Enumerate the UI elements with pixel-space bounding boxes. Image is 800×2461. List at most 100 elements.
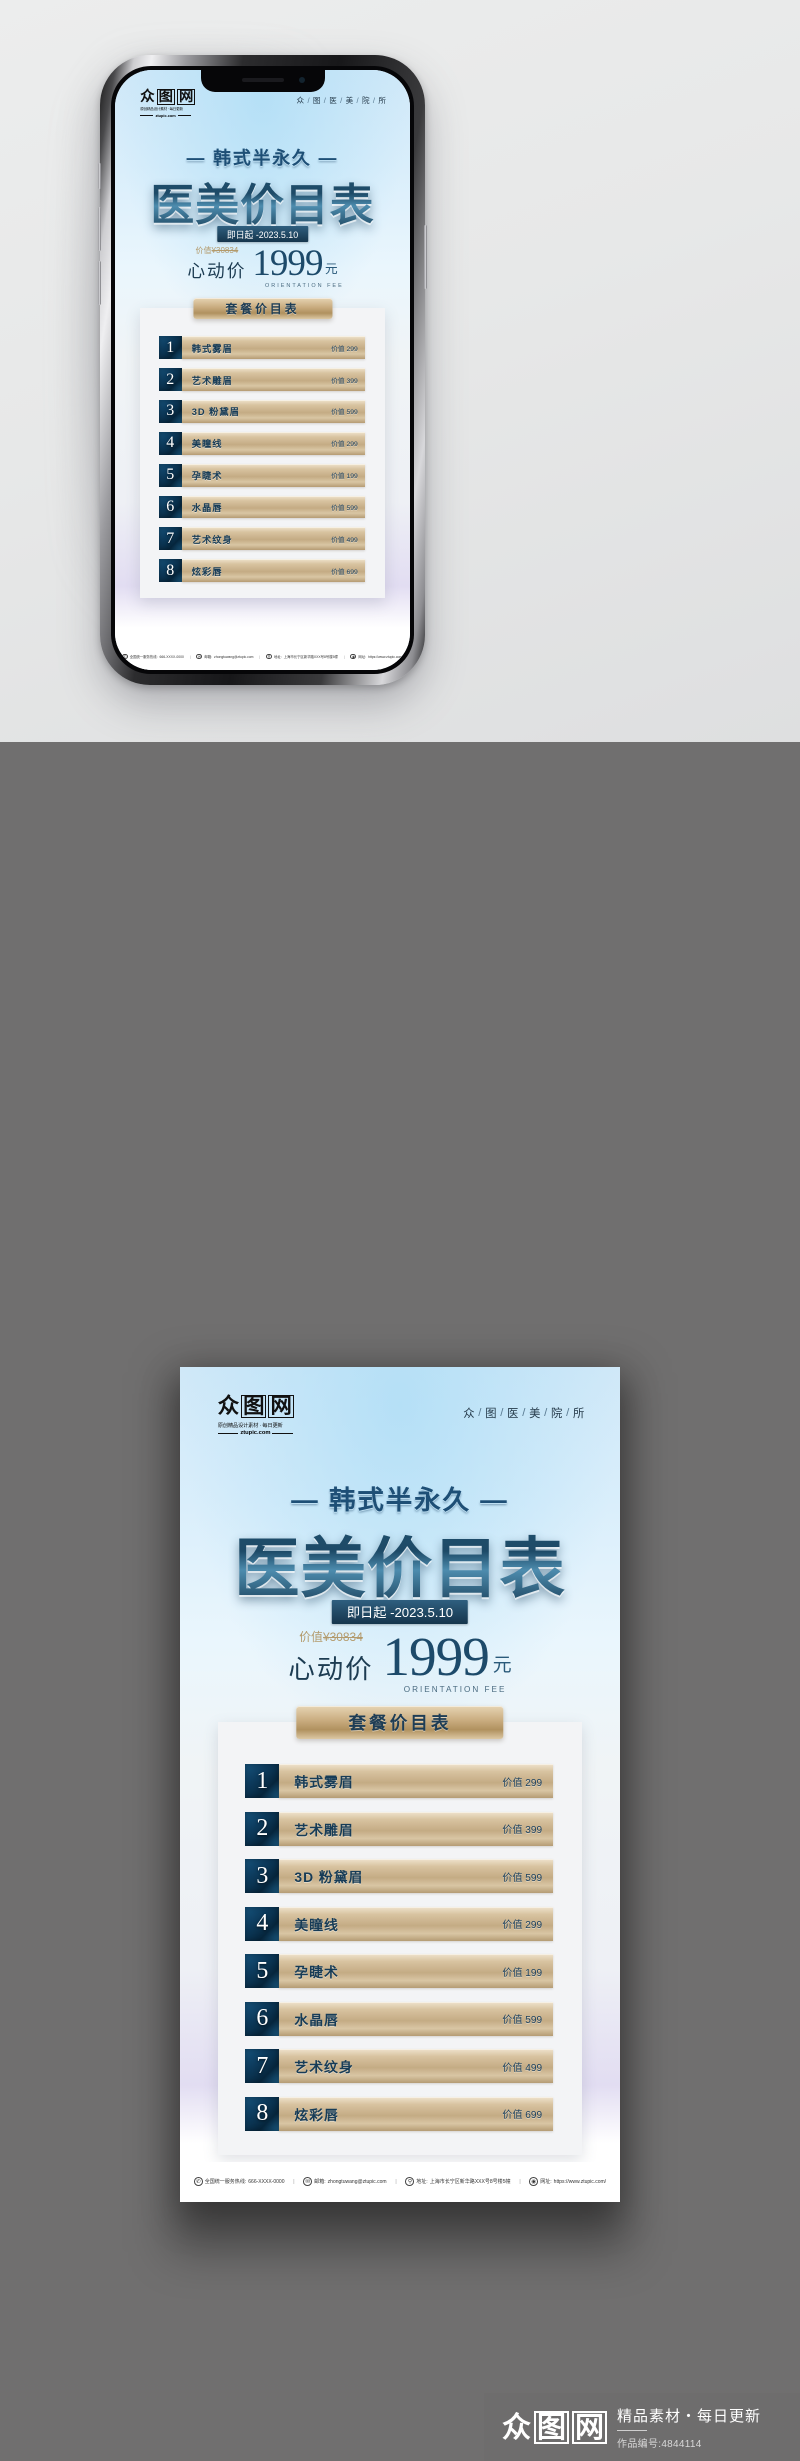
footer-site[interactable]: ◉ 网址: https://www.ztupic.com/ [529,2177,606,2187]
brand-watermark-bar: 众 图 网 精品素材・每日更新 作品编号:4844114 [484,2393,800,2461]
row-number: 4 [158,431,182,455]
row-price-label: 价值 [331,345,345,353]
mute-switch[interactable] [98,163,101,189]
nav-item-3[interactable]: 美 [346,95,354,106]
mail-icon: ✉ [196,653,203,660]
price-english-label: ORIENTATION FEE [265,283,344,290]
poster-large-frame: 众 图 网 原创精品设计素材 · 每日更新 ztupic.com 众 / 图 / 医 / 美… [180,1367,620,2202]
price-amount-group: 1999 元 [252,243,337,285]
row-price-label: 价值 [502,1777,523,1789]
table-row[interactable]: 4 美瞳线 价值 299 [245,1906,554,1941]
globe-icon: ◉ [350,653,357,660]
row-price-value: 499 [525,2062,543,2074]
nav-item-1[interactable]: 图 [313,95,321,106]
poster-large: 众 图 网 原创精品设计素材 · 每日更新 ztupic.com 众 / 图 / 医 / 美… [180,1367,620,2202]
poster-footer: ✆ 全国统一服务热线: 666-XXXX-0000 | ✉ 邮箱: zhongt… [180,2161,620,2202]
row-item-name: 孕睫术 [294,1964,339,1981]
price-english-label: ORIENTATION FEE [403,1685,507,1695]
footer-email[interactable]: ✉ 邮箱: zhongtuwang@ztupic.com [303,2177,387,2187]
table-row[interactable]: 1 韩式雾眉 价值 299 [158,336,366,360]
row-item-name: 水晶唇 [191,503,223,513]
nav-separator: / [522,1406,526,1419]
package-card-title: 套餐价目表 [296,1706,504,1740]
heart-price-label: 心动价 [187,261,247,282]
table-row[interactable]: 1 韩式雾眉 价值 299 [245,1764,554,1799]
table-row[interactable]: 3 3D 粉黛眉 价值 599 [245,1859,554,1894]
row-number: 2 [158,368,182,391]
footer-phone[interactable]: ✆ 全国统一服务热线: 666-XXXX-0000 [121,653,184,660]
nav-item-2[interactable]: 医 [329,95,337,106]
table-row[interactable]: 2 艺术雕眉 价值 399 [158,368,366,391]
nav-item-4[interactable]: 院 [551,1405,563,1421]
footer-phone[interactable]: ✆ 全国统一服务热线: 666-XXXX-0000 [193,2177,285,2187]
row-bar: 水晶唇 价值 599 [279,2001,554,2036]
row-item-name: 韩式雾眉 [191,343,233,354]
footer-phone-label: 全国统一服务热线: [204,2179,247,2186]
nav-item-3[interactable]: 美 [529,1405,541,1421]
footer-separator-2: | [395,2178,397,2185]
table-row[interactable]: 8 炫彩唇 价值 699 [158,559,366,583]
table-row[interactable]: 4 美瞳线 价值 299 [158,431,366,455]
power-button[interactable] [424,225,427,289]
nav-item-4[interactable]: 院 [362,95,370,106]
row-bar: 3D 粉黛眉 价值 599 [181,400,366,423]
nav-separator: / [340,96,343,106]
row-price-label: 价值 [331,377,345,385]
original-price-value: ¥30834 [211,246,239,256]
row-number: 6 [158,495,182,519]
watermark-domain: ztupic.com [155,112,176,118]
poster-footer: ✆ 全国统一服务热线: 666-XXXX-0000 | ✉ 邮箱: zhongt… [115,643,410,670]
nav-separator: / [544,1406,548,1419]
nav-item-5[interactable]: 所 [573,1405,585,1421]
volume-up-button[interactable] [98,207,101,251]
table-row[interactable]: 6 水晶唇 价值 599 [245,2001,554,2036]
table-row[interactable]: 6 水晶唇 价值 599 [158,495,366,519]
table-row[interactable]: 8 炫彩唇 价值 699 [245,2096,554,2131]
row-price-label: 价值 [331,536,345,544]
sub-title: — 韩式半永久 — [180,1478,620,1517]
footer-site-value: https://www.ztupic.com/ [368,654,404,659]
row-bar: 艺术纹身 价值 499 [181,527,366,551]
table-row[interactable]: 7 艺术纹身 价值 499 [245,2049,554,2084]
row-number: 3 [245,1859,280,1894]
row-bar: 3D 粉黛眉 价值 599 [279,1859,554,1894]
watermark-rule-right [177,114,191,116]
footer-email-value: zhongtuwang@ztupic.com [327,2178,387,2185]
nav-item-5[interactable]: 所 [378,95,386,106]
row-item-price: 价值 499 [331,534,358,544]
table-row[interactable]: 7 艺术纹身 价值 499 [158,527,366,551]
row-number: 7 [158,527,182,551]
nav-item-2[interactable]: 医 [507,1405,519,1421]
footer-email[interactable]: ✉ 邮箱: zhongtuwang@ztupic.com [196,653,254,660]
row-number: 8 [158,559,182,583]
table-row[interactable]: 2 艺术雕眉 价值 399 [245,1811,554,1846]
price-amount: 1999 [252,243,323,285]
row-number: 8 [245,2096,280,2131]
table-row[interactable]: 5 孕睫术 价值 199 [158,463,366,487]
row-item-name: 孕睫术 [191,471,223,482]
front-camera-icon [298,77,305,83]
price-left: 价值¥30834 心动价 [288,1628,373,1685]
footer-email-value: zhongtuwang@ztupic.com [214,654,254,659]
watermark-tagline: 原创精品设计素材 · 每日更新 [140,106,183,111]
row-item-price: 价值 399 [331,375,358,385]
nav-separator: / [478,1406,482,1419]
row-price-label: 价值 [502,1872,523,1884]
phone-screen: 众 图 网 原创精品设计素材 · 每日更新 ztupic.com 众 / 图 / 医 / 美… [115,70,410,670]
footer-site[interactable]: ◉ 网址: https://www.ztupic.com/ [350,653,404,660]
nav-item-1[interactable]: 图 [485,1405,497,1421]
table-row[interactable]: 3 3D 粉黛眉 价值 599 [158,400,366,423]
volume-down-button[interactable] [98,261,101,305]
row-price-value: 399 [525,1825,543,1837]
row-item-name: 艺术雕眉 [294,1821,354,1838]
location-pin-icon: ⚲ [405,2177,415,2187]
nav-item-0[interactable]: 众 [297,95,305,106]
row-price-value: 199 [346,473,358,481]
row-price-value: 599 [525,1872,543,1884]
footer-phone-value: 666-XXXX-0000 [159,654,184,659]
footer-address: ⚲ 地址: 上海市长宁区新华路XXX号8号楼5幢 [266,653,338,660]
table-row[interactable]: 5 孕睫术 价值 199 [245,1954,554,1989]
nav-item-0[interactable]: 众 [463,1405,475,1421]
footer-address-label: 地址: [416,2179,428,2186]
row-price-label: 价值 [502,1825,523,1837]
